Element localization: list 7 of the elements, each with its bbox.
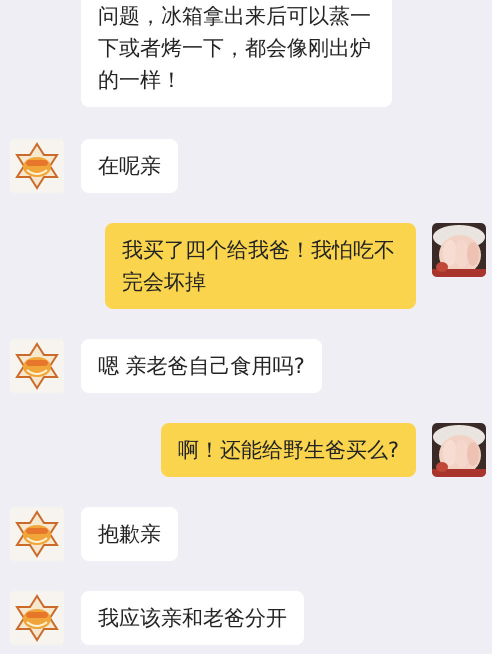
message-bubble: 问题，冰箱拿出来后可以蒸一下或者烤一下，都会像刚出炉的一样！ (81, 0, 392, 107)
message-bubble: 我应该亲和老爸分开 (81, 591, 304, 645)
message-bubble: 啊！还能给野生爸买么? (160, 423, 416, 477)
message-bubble: 抱歉亲 (81, 507, 178, 561)
message-bubble: 嗯 亲老爸自己食用吗? (81, 339, 322, 393)
message-bubble: 在呢亲 (81, 139, 178, 193)
message-bubble: 我买了四个给我爸！我怕吃不完会坏掉 (105, 223, 416, 309)
